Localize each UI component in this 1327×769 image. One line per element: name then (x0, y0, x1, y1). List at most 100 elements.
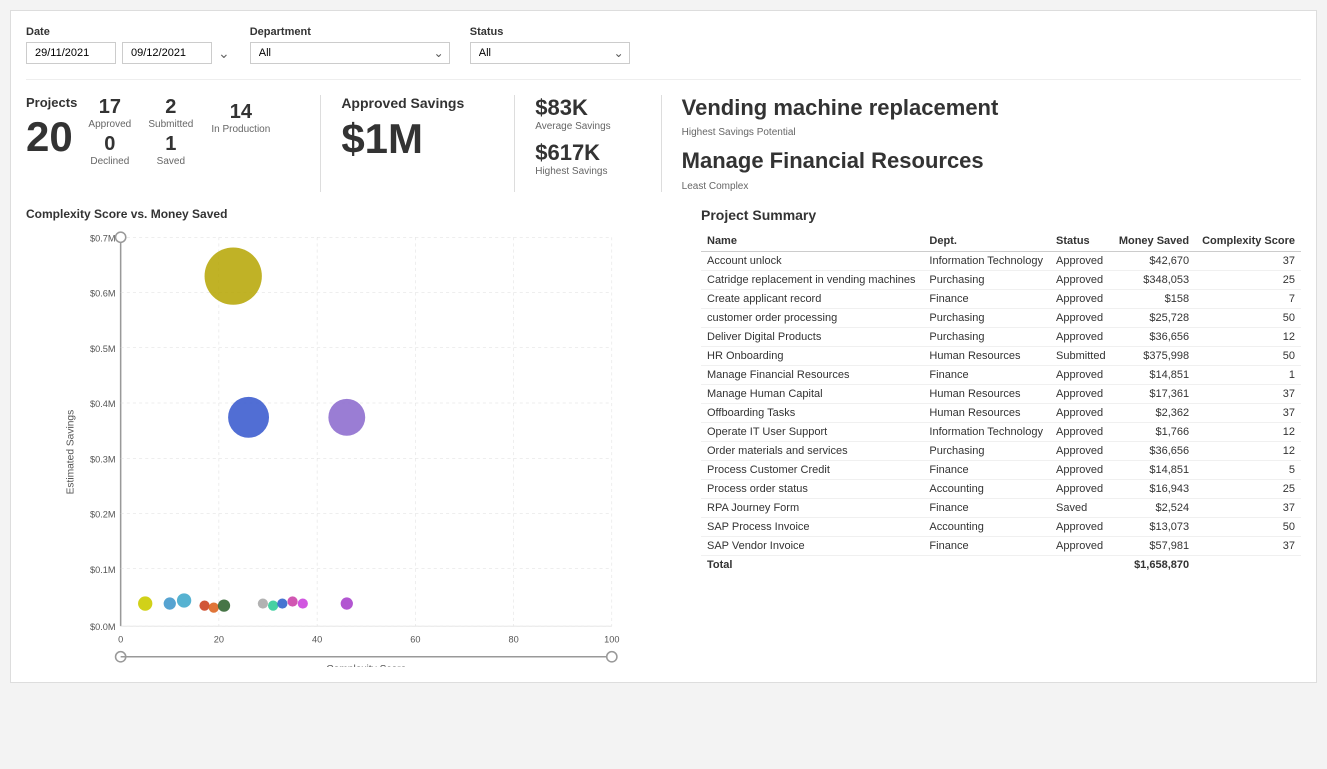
table-cell: 37 (1195, 536, 1301, 555)
status-select[interactable]: All (470, 42, 630, 64)
bubble-small-6[interactable] (218, 599, 230, 611)
project-table: Name Dept. Status Money Saved Complexity… (701, 231, 1301, 574)
table-row[interactable]: Account unlockInformation TechnologyAppr… (701, 251, 1301, 270)
table-cell: Finance (923, 365, 1050, 384)
table-cell: $42,670 (1112, 251, 1195, 270)
bubble-small-2[interactable] (164, 597, 176, 609)
table-cell: Accounting (923, 479, 1050, 498)
status-select-wrapper[interactable]: All (470, 42, 630, 64)
total-empty-3 (1195, 555, 1301, 574)
table-cell: Approved (1050, 289, 1112, 308)
table-row[interactable]: SAP Vendor InvoiceFinanceApproved$57,981… (701, 536, 1301, 555)
table-row[interactable]: HR OnboardingHuman ResourcesSubmitted$37… (701, 346, 1301, 365)
bubble-small-11[interactable] (298, 598, 308, 608)
table-row[interactable]: Create applicant recordFinanceApproved$1… (701, 289, 1301, 308)
table-cell: 50 (1195, 308, 1301, 327)
date-to-input[interactable] (122, 42, 212, 64)
table-row[interactable]: Manage Financial ResourcesFinanceApprove… (701, 365, 1301, 384)
table-cell: Finance (923, 289, 1050, 308)
table-cell: $25,728 (1112, 308, 1195, 327)
bubble-small-1[interactable] (138, 596, 152, 610)
projects-kpi: Projects 20 17 Approved 2 Submitted 0 De… (26, 95, 270, 167)
table-cell: Finance (923, 536, 1050, 555)
slider-right[interactable] (607, 651, 617, 661)
table-header-row: Name Dept. Status Money Saved Complexity… (701, 231, 1301, 252)
saved-stat: 1 Saved (148, 132, 193, 167)
table-cell: Approved (1050, 327, 1112, 346)
table-cell: Finance (923, 498, 1050, 517)
bubble-small-7[interactable] (258, 598, 268, 608)
table-cell: Process Customer Credit (701, 460, 923, 479)
bubble-small-12[interactable] (341, 597, 353, 609)
table-cell: 25 (1195, 479, 1301, 498)
date-from-input[interactable] (26, 42, 116, 64)
y-label-00: $0.0M (90, 622, 116, 632)
table-row[interactable]: Offboarding TasksHuman ResourcesApproved… (701, 403, 1301, 422)
table-cell: Finance (923, 460, 1050, 479)
table-cell: Offboarding Tasks (701, 403, 923, 422)
col-money: Money Saved (1112, 231, 1195, 252)
table-row[interactable]: Process order statusAccountingApproved$1… (701, 479, 1301, 498)
bubble-hr-onboarding[interactable] (228, 397, 269, 438)
table-cell: Approved (1050, 536, 1112, 555)
approved-savings-label: Approved Savings (341, 95, 464, 111)
table-row[interactable]: Operate IT User SupportInformation Techn… (701, 422, 1301, 441)
divider-2 (514, 95, 515, 192)
table-cell: customer order processing (701, 308, 923, 327)
table-row[interactable]: customer order processingPurchasingAppro… (701, 308, 1301, 327)
table-cell: SAP Process Invoice (701, 517, 923, 536)
calendar-icon[interactable]: ⌄ (218, 45, 230, 62)
table-cell: SAP Vendor Invoice (701, 536, 923, 555)
chart-title: Complexity Score vs. Money Saved (26, 207, 686, 221)
table-wrapper[interactable]: Name Dept. Status Money Saved Complexity… (701, 231, 1301, 574)
table-cell: 7 (1195, 289, 1301, 308)
table-cell: $158 (1112, 289, 1195, 308)
declined-label: Declined (90, 156, 129, 167)
table-cell: 37 (1195, 403, 1301, 422)
bubble-small-8[interactable] (268, 600, 278, 610)
table-row[interactable]: Manage Human CapitalHuman ResourcesAppro… (701, 384, 1301, 403)
bubble-small-9[interactable] (277, 598, 287, 608)
bubble-small-10[interactable] (287, 596, 297, 606)
in-production-num: 14 (230, 100, 252, 124)
department-select-wrapper[interactable]: All (250, 42, 450, 64)
bubble-vending[interactable] (205, 247, 262, 304)
table-cell: 50 (1195, 346, 1301, 365)
bubble-small-4[interactable] (199, 600, 209, 610)
y-slider-top[interactable] (116, 232, 126, 242)
table-cell: 12 (1195, 422, 1301, 441)
department-select[interactable]: All (250, 42, 450, 64)
date-filter-label: Date (26, 26, 230, 38)
table-cell: Account unlock (701, 251, 923, 270)
table-cell: 37 (1195, 251, 1301, 270)
table-row[interactable]: SAP Process InvoiceAccountingApproved$13… (701, 517, 1301, 536)
table-cell: Approved (1050, 270, 1112, 289)
table-cell: Create applicant record (701, 289, 923, 308)
savings-stats: $83K Average Savings $617K Highest Savin… (535, 95, 610, 177)
projects-stats: 17 Approved 2 Submitted 0 Declined 1 Sav… (87, 95, 193, 167)
status-filter-label: Status (470, 26, 630, 38)
table-cell: 50 (1195, 517, 1301, 536)
bubble-catridge[interactable] (328, 399, 365, 436)
table-cell: $375,998 (1112, 346, 1195, 365)
table-cell: 12 (1195, 327, 1301, 346)
scatter-chart: Estimated Savings (26, 227, 686, 667)
table-row[interactable]: Catridge replacement in vending machines… (701, 270, 1301, 289)
x-label-80: 80 (508, 634, 518, 644)
table-cell: $57,981 (1112, 536, 1195, 555)
table-cell: Approved (1050, 384, 1112, 403)
table-row[interactable]: Process Customer CreditFinanceApproved$1… (701, 460, 1301, 479)
bubble-small-3[interactable] (177, 593, 191, 607)
table-cell: Process order status (701, 479, 923, 498)
avg-savings-value: $83K (535, 95, 610, 121)
avg-savings-label: Average Savings (535, 121, 610, 132)
table-cell: Approved (1050, 403, 1112, 422)
saved-num: 1 (165, 132, 176, 156)
table-row[interactable]: RPA Journey FormFinanceSaved$2,52437 (701, 498, 1301, 517)
table-row[interactable]: Deliver Digital ProductsPurchasingApprov… (701, 327, 1301, 346)
kpi-row: Projects 20 17 Approved 2 Submitted 0 De… (26, 95, 1301, 192)
bubble-small-5[interactable] (209, 602, 219, 612)
table-row[interactable]: Order materials and servicesPurchasingAp… (701, 441, 1301, 460)
main-content: Complexity Score vs. Money Saved Estimat… (26, 207, 1301, 667)
table-cell: Manage Financial Resources (701, 365, 923, 384)
